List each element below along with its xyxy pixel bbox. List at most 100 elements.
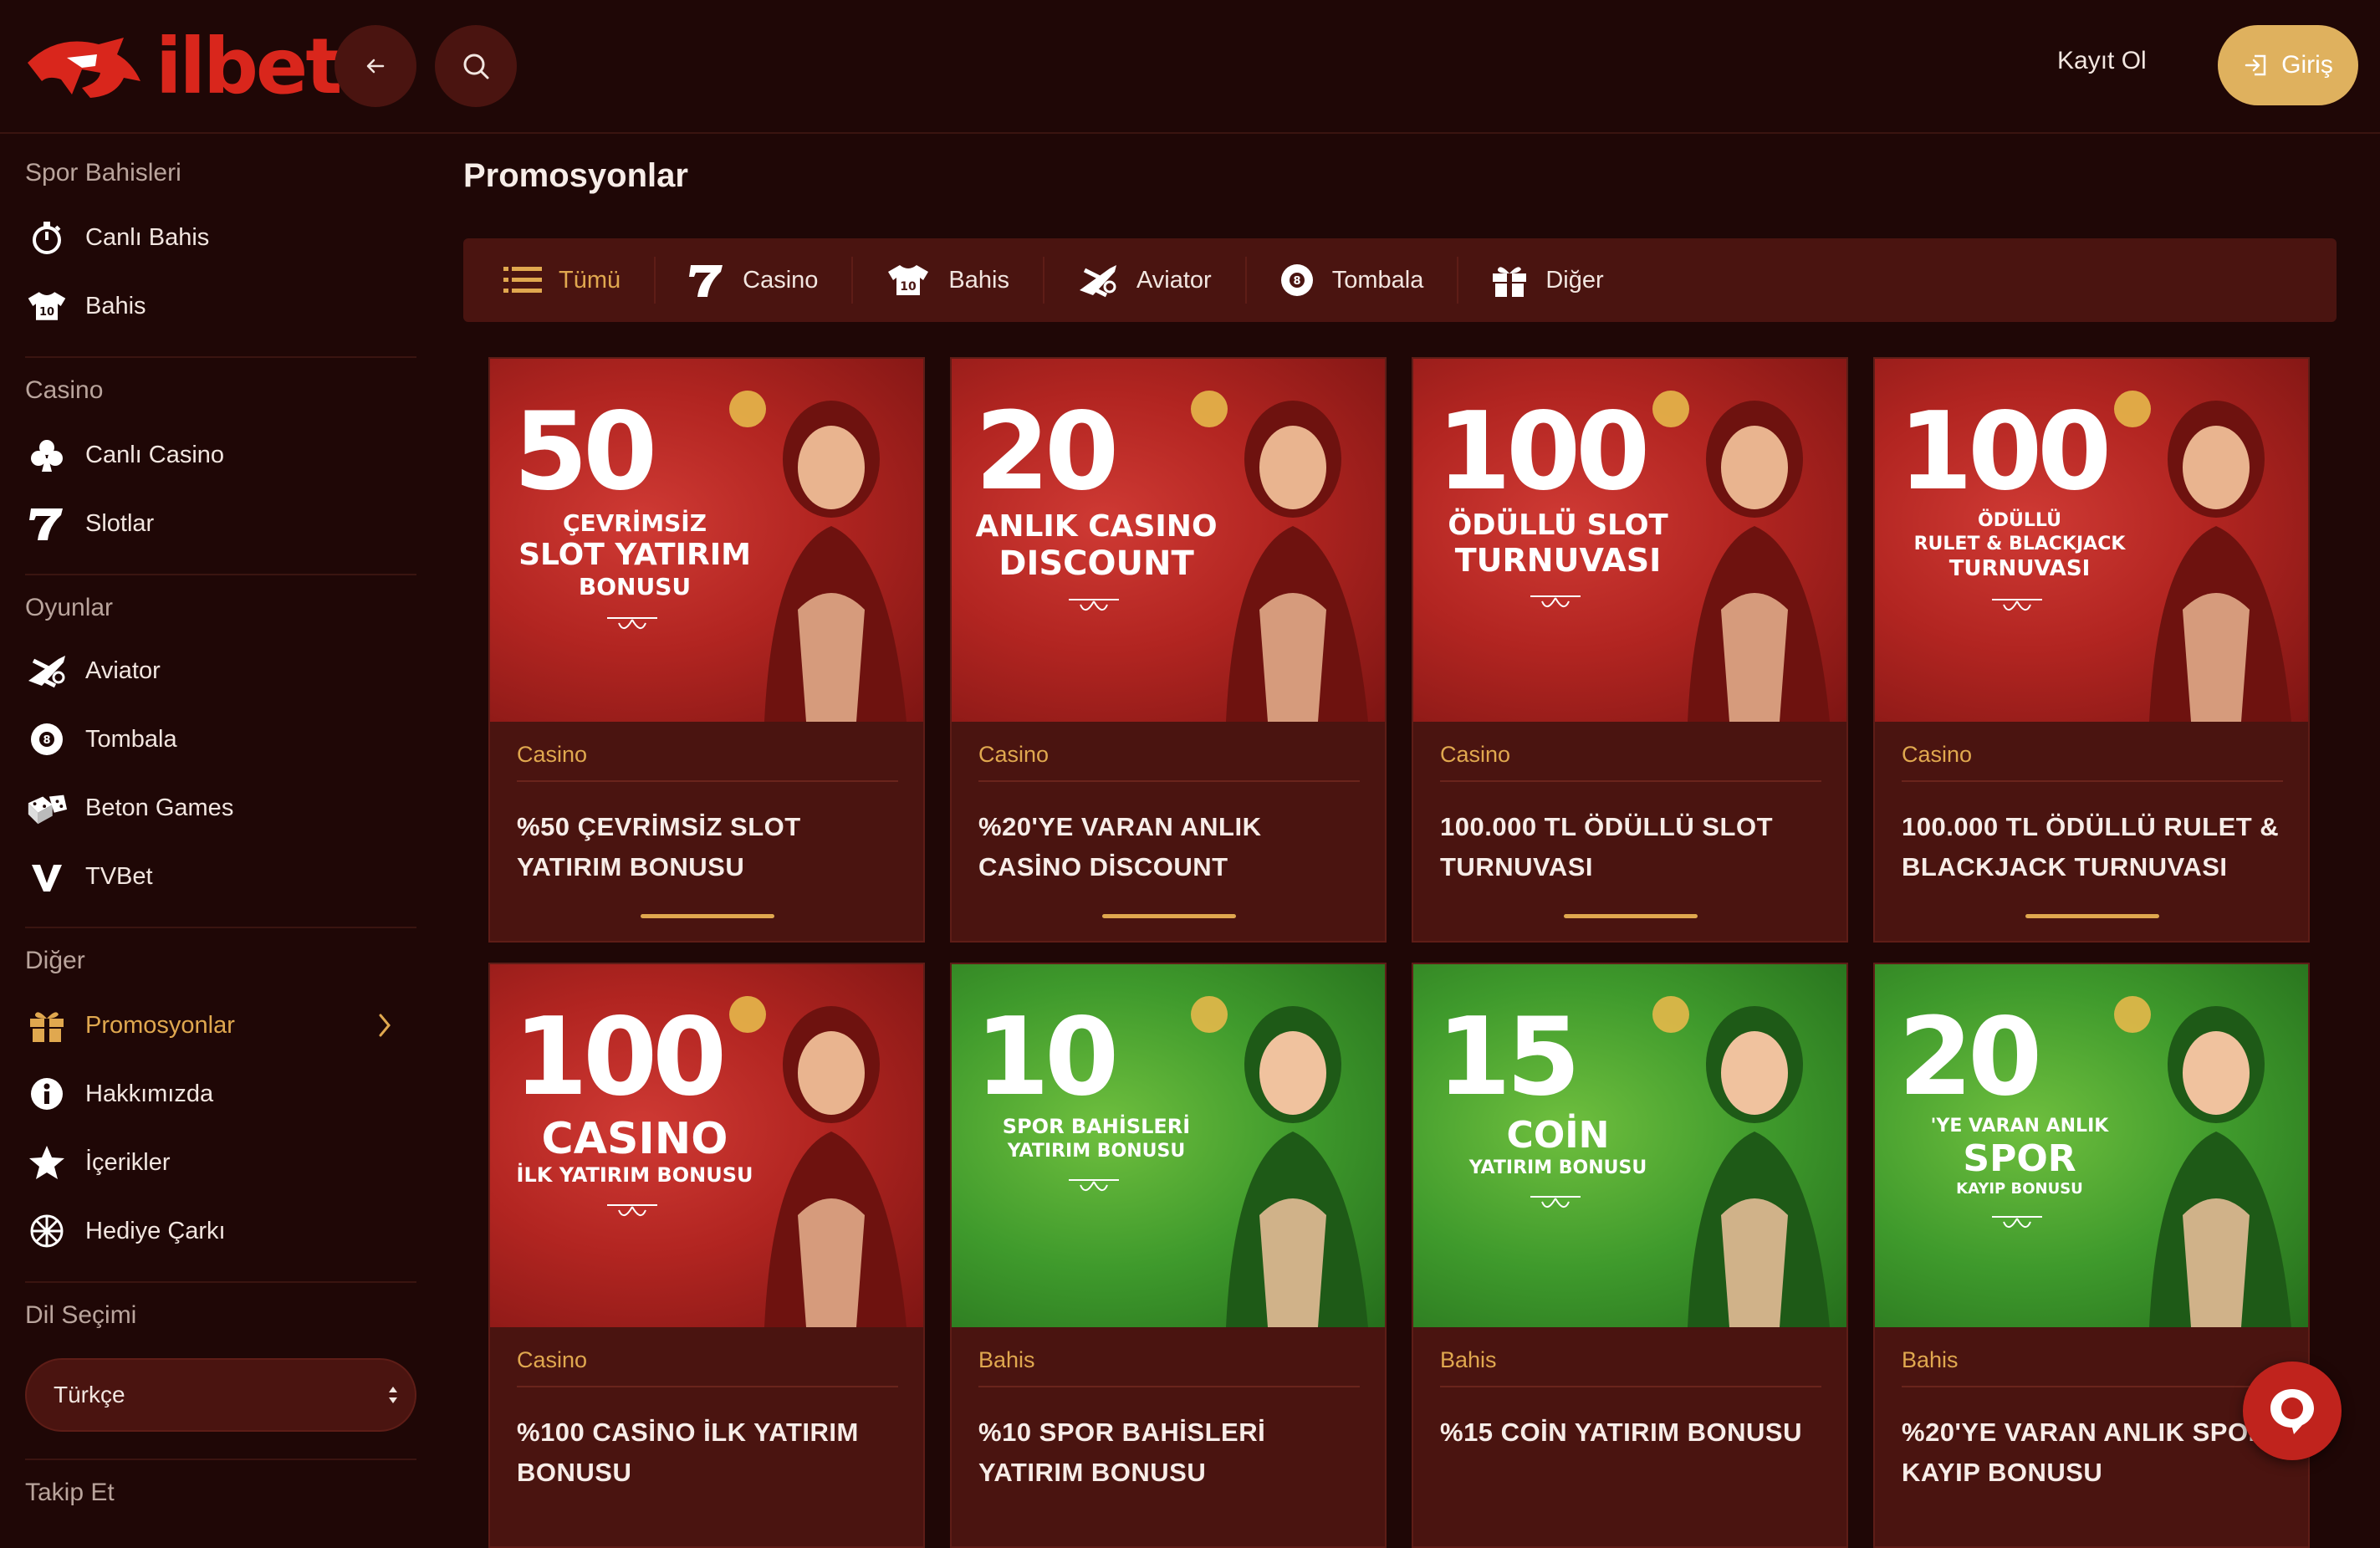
promo-banner-image[interactable]: 50 ÇEVRİMSİZ SLOT YATIRIM BONUSU <box>490 359 923 722</box>
promo-banner-number-value: 100 <box>1437 390 1650 514</box>
sidebar: Spor Bahisleri Canlı Bahis 10 Bahis Casi… <box>0 134 426 1506</box>
tab-label: Bahis <box>948 266 1009 294</box>
promo-category: Casino <box>517 1347 588 1372</box>
stopwatch-icon <box>25 216 69 259</box>
promo-card[interactable]: 20 ANLIK CASINO DISCOUNT Casino %20'YE VARAN… <box>950 357 1387 943</box>
svg-text:8: 8 <box>1293 275 1300 288</box>
promo-banner-image[interactable]: 15 COİN YATIRIM BONUSU <box>1413 964 1846 1327</box>
back-button[interactable] <box>335 25 416 107</box>
promo-title[interactable]: 100.000 TL ÖDÜLLÜ SLOT TURNUVASI <box>1440 807 1833 887</box>
promo-banner-text: ÖDÜLLÜ SLOT <box>1448 508 1668 542</box>
gift-icon <box>25 1004 69 1047</box>
tab-tumu[interactable]: Tümü <box>463 253 654 307</box>
tab-aviator[interactable]: Aviator <box>1042 253 1245 307</box>
ornament-icon <box>1069 1179 1119 1191</box>
tvbet-icon <box>25 855 69 898</box>
promo-title[interactable]: %100 CASİNO İLK YATIRIM BONUSU <box>517 1413 910 1493</box>
site-logo[interactable]: ilbet <box>23 22 342 111</box>
sidebar-divider <box>25 1459 416 1460</box>
tab-label: Tümü <box>559 266 621 294</box>
promo-card[interactable]: 20 'YE VARAN ANLIK SPOR KAYIP BONUSU Bahis %2… <box>1873 963 2310 1548</box>
promo-title[interactable]: 100.000 TL ÖDÜLLÜ RULET & BLACKJACK TURN… <box>1902 807 2295 887</box>
divider <box>1902 1386 2283 1387</box>
tab-diger[interactable]: Diğer <box>1457 253 1637 307</box>
divider <box>978 1386 1360 1387</box>
gift-icon <box>1493 267 1527 297</box>
promo-banner-image[interactable]: 20 ANLIK CASINO DISCOUNT <box>952 359 1385 722</box>
sidebar-item-label: Canlı Bahis <box>85 223 210 251</box>
chevron-right-icon <box>379 1014 391 1037</box>
tab-label: Diğer <box>1545 266 1604 294</box>
promo-card[interactable]: 15 COİN YATIRIM BONUSU Bahis %15 COİN YATIRI… <box>1412 963 1848 1548</box>
promo-banner-number-value: 20 <box>1898 995 2042 1120</box>
promo-card[interactable]: 100 ÖDÜLLÜ RULET & BLACKJACK TURNUVASI Casin… <box>1873 357 2310 943</box>
search-icon <box>463 54 489 79</box>
ornament-icon <box>1992 1216 2042 1228</box>
ball-icon: 8 <box>1280 264 1313 296</box>
sidebar-divider <box>25 574 416 575</box>
promo-card[interactable]: 50 ÇEVRİMSİZ SLOT YATIRIM BONUSU Casino %50 Ç… <box>488 357 925 943</box>
promo-category: Casino <box>517 742 588 767</box>
sidebar-item-hediye-carki[interactable]: Hediye Çarkı <box>25 1201 410 1261</box>
sidebar-item-label: Aviator <box>85 656 161 684</box>
live-chat-button[interactable] <box>2243 1362 2342 1460</box>
sidebar-item-tvbet[interactable]: TVBet <box>25 846 410 907</box>
ball-icon: 8 <box>25 718 69 761</box>
promo-banner-image[interactable]: 100 ÖDÜLLÜ SLOT TURNUVASI <box>1413 359 1846 722</box>
sidebar-item-icerikler[interactable]: İçerikler <box>25 1132 410 1193</box>
promo-title[interactable]: %10 SPOR BAHİSLERİ YATIRIM BONUSU <box>978 1413 1371 1493</box>
club-icon <box>25 433 69 477</box>
promo-banner-number: 10 <box>975 1004 1119 1111</box>
login-icon <box>2245 54 2266 76</box>
category-tabs: Tümü Casino 10 Bahis Aviator 8 Tombala D… <box>463 238 2337 322</box>
tab-bahis[interactable]: 10 Bahis <box>851 253 1043 307</box>
promo-banner-text: ÇEVRİMSİZ <box>562 509 707 537</box>
register-link[interactable]: Kayıt Ol <box>2057 47 2147 75</box>
sidebar-item-canli-casino[interactable]: Canlı Casino <box>25 425 410 485</box>
ornament-icon <box>1530 595 1581 607</box>
plane-icon <box>25 649 69 692</box>
promo-banner-image[interactable]: 100 ÖDÜLLÜ RULET & BLACKJACK TURNUVASI <box>1875 359 2308 722</box>
promo-banner-image[interactable]: 10 SPOR BAHİSLERİ YATIRIM BONUSU <box>952 964 1385 1327</box>
promo-banner-text: SLOT YATIRIM <box>518 538 751 572</box>
sidebar-section-title: Diğer <box>25 947 85 974</box>
list-icon <box>503 267 542 293</box>
promo-banner-text: RULET & BLACKJACK <box>1913 534 2126 554</box>
promo-title[interactable]: %20'YE VARAN ANLIK SPOR KAYIP BONUSU <box>1902 1413 2295 1493</box>
sidebar-item-slotlar[interactable]: Slotlar <box>25 493 410 554</box>
sidebar-item-hakkimizda[interactable]: Hakkımızda <box>25 1064 410 1124</box>
promo-banner-image[interactable]: 20 'YE VARAN ANLIK SPOR KAYIP BONUSU <box>1875 964 2308 1327</box>
search-button[interactable] <box>435 25 517 107</box>
jersey-icon: 10 <box>25 284 69 328</box>
tab-tombala[interactable]: 8 Tombala <box>1244 253 1458 307</box>
sidebar-item-tombala[interactable]: 8 Tombala <box>25 709 410 769</box>
sidebar-item-canli-bahis[interactable]: Canlı Bahis <box>25 207 410 268</box>
login-button[interactable]: Giriş <box>2218 25 2358 105</box>
promo-card[interactable]: 10 SPOR BAHİSLERİ YATIRIM BONUSU Bahis %10 S… <box>950 963 1387 1548</box>
sidebar-item-bahis[interactable]: 10 Bahis <box>25 276 410 336</box>
promo-title[interactable]: %15 COİN YATIRIM BONUSU <box>1440 1413 1833 1453</box>
promo-card[interactable]: 100 CASINO İLK YATIRIM BONUSU Casino %100 CA… <box>488 963 925 1548</box>
jersey-icon: 10 <box>888 265 929 295</box>
language-select[interactable]: Türkçe <box>25 1358 416 1432</box>
promo-category: Casino <box>978 742 1050 767</box>
promo-card[interactable]: 100 ÖDÜLLÜ SLOT TURNUVASI Casino 100.000 TL … <box>1412 357 1848 943</box>
promo-banner-number-value: 20 <box>975 390 1119 514</box>
tab-casino[interactable]: Casino <box>654 253 851 307</box>
promo-banner-image[interactable]: 100 CASINO İLK YATIRIM BONUSU <box>490 964 923 1327</box>
promo-banner-text: TURNUVASI <box>1454 542 1662 579</box>
sidebar-item-beton-games[interactable]: Beton Games <box>25 778 410 838</box>
sidebar-item-aviator[interactable]: Aviator <box>25 641 410 701</box>
promo-title[interactable]: %20'YE VARAN ANLIK CASİNO DİSCOUNT <box>978 807 1371 887</box>
promo-category: Bahis <box>1440 1347 1497 1372</box>
promo-category: Bahis <box>1902 1347 1959 1372</box>
sidebar-item-label: Hediye Çarkı <box>85 1217 226 1244</box>
promo-title[interactable]: %50 ÇEVRİMSİZ SLOT YATIRIM BONUSU <box>517 807 910 887</box>
promo-banner-number: 100 <box>1437 399 1650 506</box>
sidebar-item-label: Slotlar <box>85 509 155 537</box>
updown-arrows-icon <box>389 1387 397 1403</box>
sidebar-item-promosyonlar[interactable]: Promosyonlar <box>25 995 410 1055</box>
promo-banner-text: DISCOUNT <box>998 544 1194 583</box>
horse-logo-icon <box>28 38 140 98</box>
logo-text: ilbet <box>156 22 342 111</box>
